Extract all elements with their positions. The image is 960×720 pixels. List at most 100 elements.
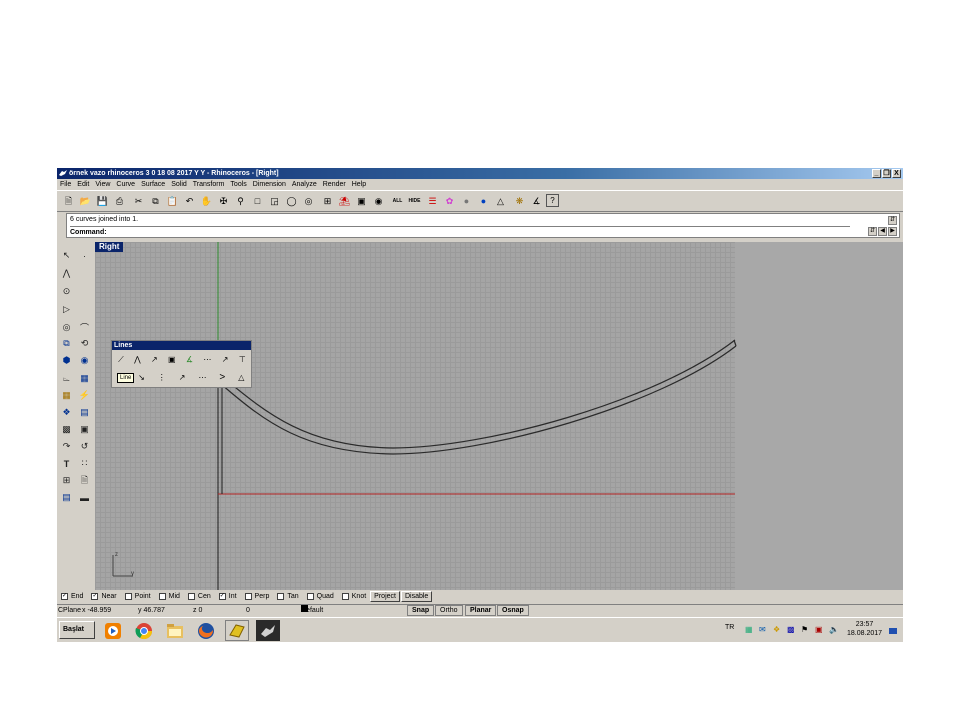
pan-hand-icon[interactable]: ✋ xyxy=(199,194,214,209)
line-chevron-icon[interactable]: > xyxy=(219,372,225,383)
tray-network-icon[interactable]: ▩ xyxy=(787,625,795,634)
line-angle-icon[interactable]: ∡ xyxy=(186,355,193,364)
rhino-icon[interactable] xyxy=(225,620,249,641)
control-points-icon[interactable]: ∷ xyxy=(77,456,92,471)
menu-file[interactable]: File xyxy=(57,179,74,190)
line-surface-icon[interactable]: △ xyxy=(238,373,244,382)
command-left-icon[interactable]: ◀ xyxy=(878,227,887,236)
array-icon[interactable]: ▤ xyxy=(77,405,92,420)
rhino-app-active-icon[interactable] xyxy=(256,620,280,641)
save-icon[interactable]: 💾 xyxy=(95,194,110,209)
menu-transform[interactable]: Transform xyxy=(190,179,228,190)
color-wheel-icon[interactable]: ✿ xyxy=(442,194,457,209)
sphere-grey-icon[interactable]: ● xyxy=(459,194,474,209)
layout-icon[interactable]: 🗎 xyxy=(77,473,92,488)
osnap-disable-button[interactable]: Disable xyxy=(400,591,433,602)
text-icon[interactable]: T xyxy=(59,456,74,471)
command-right-icon[interactable]: ▶ xyxy=(888,227,897,236)
osnap-button[interactable]: Osnap xyxy=(497,605,529,616)
chrome-icon[interactable] xyxy=(132,620,156,641)
line-fit-icon[interactable]: ↗ xyxy=(179,373,186,382)
sphere-icon[interactable]: ◉ xyxy=(77,353,92,368)
block-icon[interactable]: ▣ xyxy=(77,422,92,437)
polyline-icon[interactable]: ⋀ xyxy=(59,266,74,281)
viewport-icon[interactable]: ▤ xyxy=(59,490,74,505)
command-prompt[interactable]: Command: xyxy=(70,226,850,238)
osnap-point-checkbox[interactable] xyxy=(124,593,132,600)
zoom-extents-icon[interactable]: ◲ xyxy=(267,194,282,209)
line-surface-normal-icon[interactable]: ▣ xyxy=(168,355,176,364)
osnap-mid-checkbox[interactable] xyxy=(158,593,166,600)
layers-stack-icon[interactable]: ☰ xyxy=(425,194,440,209)
menu-analyze[interactable]: Analyze xyxy=(289,179,320,190)
menu-edit[interactable]: Edit xyxy=(74,179,92,190)
line-vertical-icon[interactable]: ⋮ xyxy=(158,373,166,382)
tray-rhino-icon[interactable]: ❖ xyxy=(773,625,780,634)
tray-flag-icon[interactable]: ⚑ xyxy=(801,625,808,634)
light-icon[interactable]: △ xyxy=(493,194,508,209)
curve-icon[interactable]: ⌒ xyxy=(77,320,92,335)
tray-app-icon[interactable]: ▦ xyxy=(745,625,753,634)
mesh-icon[interactable]: ▦ xyxy=(77,371,92,386)
move-icon[interactable]: ❖ xyxy=(59,405,74,420)
box-icon[interactable]: ⬢ xyxy=(59,353,74,368)
layer-icon[interactable]: ▣ xyxy=(354,194,369,209)
planar-button[interactable]: Planar xyxy=(465,605,497,616)
osnap-quad[interactable]: Quad xyxy=(306,590,334,603)
zoom-window-icon[interactable]: □ xyxy=(250,194,265,209)
circle-icon[interactable]: ⊙ xyxy=(59,284,74,299)
firefox-icon[interactable] xyxy=(194,620,218,641)
command-scroll-icon[interactable]: ⇵ xyxy=(888,216,897,225)
menu-help[interactable]: Help xyxy=(349,179,369,190)
command-history-scroll-icon[interactable]: ⇵ xyxy=(868,227,877,236)
show-all-button[interactable]: ALL xyxy=(390,194,405,209)
menu-surface[interactable]: Surface xyxy=(138,179,168,190)
file-explorer-icon[interactable] xyxy=(163,620,187,641)
language-indicator[interactable]: TR xyxy=(725,624,734,631)
media-player-icon[interactable] xyxy=(101,620,125,641)
right-viewport[interactable]: Right z y Lines ⟋ ⋀ ↗ ▣ ∡ ⋯ ↗ ⊤ ↘ ⋮ ↗ ⋯ … xyxy=(95,242,903,590)
copy-icon[interactable]: ⧉ xyxy=(148,194,163,209)
hide-button[interactable]: HIDE xyxy=(407,194,422,209)
osnap-tan[interactable]: Tan xyxy=(277,590,299,603)
sphere-blue-icon[interactable]: ● xyxy=(476,194,491,209)
osnap-cen[interactable]: Cen xyxy=(187,590,211,603)
analyze-icon[interactable]: ↺ xyxy=(77,439,92,454)
zoom-icon[interactable]: ⚲ xyxy=(233,194,248,209)
line-midpoint-icon[interactable]: ↗ xyxy=(151,355,158,364)
print-icon[interactable]: ⎙ xyxy=(112,194,127,209)
select-arrow-icon[interactable]: ↖ xyxy=(59,248,74,263)
minimize-button[interactable]: _ xyxy=(872,169,881,178)
line-segment-icon[interactable]: ⟋ xyxy=(118,355,124,365)
tray-security-icon[interactable]: ▣ xyxy=(815,625,823,634)
osnap-project-button[interactable]: Project xyxy=(370,591,400,602)
properties-icon[interactable]: ▬ xyxy=(77,490,92,505)
polyline-tool-icon[interactable]: ⋀ xyxy=(134,355,141,364)
menu-dimension[interactable]: Dimension xyxy=(250,179,289,190)
snap-button[interactable]: Snap xyxy=(407,605,435,616)
clock[interactable]: 23:57 18.08.2017 xyxy=(847,620,882,638)
osnap-mid[interactable]: Mid xyxy=(158,590,180,603)
car-icon[interactable]: ⛱ xyxy=(337,194,352,209)
boolean-icon[interactable]: ⚡ xyxy=(77,388,92,403)
osnap-int-checkbox[interactable]: ✓ xyxy=(218,593,226,600)
close-button[interactable]: X xyxy=(892,169,901,178)
menu-tools[interactable]: Tools xyxy=(227,179,249,190)
osnap-end[interactable]: ✓ End xyxy=(61,590,83,603)
osnap-near[interactable]: ✓ Near xyxy=(91,590,117,603)
surface-icon[interactable]: ⧉ xyxy=(59,336,74,351)
osnap-knot[interactable]: Knot xyxy=(341,590,366,603)
osnap-end-checkbox[interactable]: ✓ xyxy=(61,593,68,600)
arc-icon[interactable]: ▷ xyxy=(59,302,74,317)
menu-curve[interactable]: Curve xyxy=(113,179,138,190)
start-button[interactable]: Başlat xyxy=(59,621,95,639)
menu-solid[interactable]: Solid xyxy=(168,179,190,190)
paste-icon[interactable]: 📋 xyxy=(165,194,180,209)
line-bisector-icon[interactable]: ⋯ xyxy=(203,355,211,364)
open-file-icon[interactable]: 📂 xyxy=(78,194,93,209)
ellipse-icon[interactable]: ◎ xyxy=(59,320,74,335)
dimension-icon[interactable]: ∡ xyxy=(529,194,544,209)
show-desktop-icon[interactable] xyxy=(889,628,897,634)
osnap-int[interactable]: ✓ Int xyxy=(218,590,237,603)
osnap-perp[interactable]: Perp xyxy=(244,590,269,603)
